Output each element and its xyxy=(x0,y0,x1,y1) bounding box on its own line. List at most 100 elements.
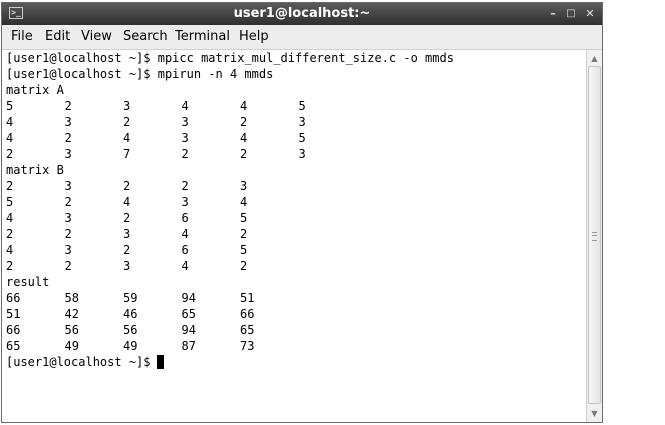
matrix-a-cell: 3 xyxy=(64,147,72,161)
matrix-b-cell: 3 xyxy=(64,243,72,257)
matrix-a-cell: 2 xyxy=(240,147,248,161)
terminal-window: >_ user1@localhost:~ – □ ✕ File Edit Vie… xyxy=(1,2,603,423)
matrix-b-cell: 2 xyxy=(240,259,248,273)
text-cursor xyxy=(156,355,164,369)
result-cell: 65 xyxy=(240,323,255,337)
matrix-b-cell: 6 xyxy=(181,211,189,225)
matrix-b-cell: 2 xyxy=(6,179,14,193)
matrix-b-label: matrix B xyxy=(6,163,64,177)
window-title: user1@localhost:~ xyxy=(233,6,371,21)
matrix-a-cell: 5 xyxy=(6,99,14,113)
terminal-output[interactable]: [user1@localhost ~]$ mpicc matrix_mul_di… xyxy=(2,50,586,420)
matrix-a-cell: 3 xyxy=(181,115,189,129)
result-cell: 49 xyxy=(64,339,79,353)
command: mpicc matrix_mul_different_size.c -o mmd… xyxy=(157,51,454,65)
matrix-a-cell: 5 xyxy=(298,131,306,145)
close-icon: ✕ xyxy=(585,7,595,20)
matrix-b-cell: 2 xyxy=(123,211,131,225)
scroll-up-icon[interactable]: ▲ xyxy=(588,52,601,65)
matrix-b-cell: 4 xyxy=(6,243,14,257)
result-cell: 51 xyxy=(6,307,21,321)
close-button[interactable]: ✕ xyxy=(582,6,598,22)
matrix-a-cell: 4 xyxy=(240,99,248,113)
matrix-b-cell: 2 xyxy=(6,259,14,273)
scroll-down-icon[interactable]: ▼ xyxy=(588,407,601,420)
matrix-a-cell: 3 xyxy=(123,99,131,113)
maximize-icon: □ xyxy=(566,8,576,19)
matrix-b-cell: 3 xyxy=(181,195,189,209)
menu-view[interactable]: View xyxy=(81,29,112,44)
title-bar[interactable]: >_ user1@localhost:~ – □ ✕ xyxy=(2,3,602,25)
matrix-b-cell: 5 xyxy=(6,195,14,209)
matrix-b-cell: 2 xyxy=(123,243,131,257)
grip-icon xyxy=(592,232,597,241)
result-cell: 94 xyxy=(181,323,196,337)
matrix-b-cell: 4 xyxy=(181,259,189,273)
matrix-b-cell: 4 xyxy=(123,195,131,209)
matrix-a-cell: 4 xyxy=(6,115,14,129)
matrix-a-cell: 2 xyxy=(64,99,72,113)
matrix-a-cell: 2 xyxy=(64,131,72,145)
matrix-a-cell: 4 xyxy=(6,131,14,145)
menu-file[interactable]: File xyxy=(11,29,33,44)
matrix-a-cell: 3 xyxy=(298,115,306,129)
command-line[interactable]: [user1@localhost ~]$ xyxy=(6,354,164,370)
command-line: [user1@localhost ~]$ mpirun -n 4 mmds xyxy=(6,66,273,82)
matrix-a-cell: 4 xyxy=(240,131,248,145)
result-cell: 51 xyxy=(240,291,255,305)
matrix-b-cell: 5 xyxy=(240,211,248,225)
matrix-a-cell: 7 xyxy=(123,147,131,161)
maximize-button[interactable]: □ xyxy=(563,6,579,22)
result-cell: 46 xyxy=(123,307,138,321)
result-cell: 56 xyxy=(123,323,138,337)
matrix-b-cell: 2 xyxy=(64,259,72,273)
matrix-b-cell: 4 xyxy=(181,227,189,241)
prompt: [user1@localhost ~]$ xyxy=(6,355,151,369)
matrix-a-cell: 2 xyxy=(240,115,248,129)
vertical-scrollbar[interactable]: ▲ ▼ xyxy=(586,50,602,422)
matrix-b-cell: 4 xyxy=(6,211,14,225)
prompt: [user1@localhost ~]$ xyxy=(6,67,151,81)
matrix-a-cell: 4 xyxy=(123,131,131,145)
menu-help[interactable]: Help xyxy=(239,29,269,44)
matrix-b-cell: 2 xyxy=(240,227,248,241)
matrix-b-cell: 3 xyxy=(123,227,131,241)
matrix-a-cell: 2 xyxy=(181,147,189,161)
menu-terminal[interactable]: Terminal xyxy=(175,29,230,44)
prompt: [user1@localhost ~]$ xyxy=(6,51,151,65)
minimize-button[interactable]: – xyxy=(545,6,561,22)
matrix-b-cell: 4 xyxy=(240,195,248,209)
result-cell: 49 xyxy=(123,339,138,353)
menu-edit[interactable]: Edit xyxy=(45,29,70,44)
matrix-b-cell: 2 xyxy=(123,179,131,193)
menu-search[interactable]: Search xyxy=(123,29,168,44)
matrix-a-cell: 5 xyxy=(298,99,306,113)
result-cell: 66 xyxy=(6,323,21,337)
matrix-a-cell: 2 xyxy=(123,115,131,129)
matrix-a-label: matrix A xyxy=(6,83,64,97)
result-cell: 65 xyxy=(181,307,196,321)
command-line: [user1@localhost ~]$ mpicc matrix_mul_di… xyxy=(6,50,454,66)
result-cell: 59 xyxy=(123,291,138,305)
matrix-b-cell: 3 xyxy=(64,211,72,225)
menu-bar: File Edit View Search Terminal Help xyxy=(2,25,602,50)
matrix-b-cell: 6 xyxy=(181,243,189,257)
matrix-b-cell: 3 xyxy=(123,259,131,273)
result-cell: 73 xyxy=(240,339,255,353)
matrix-b-cell: 3 xyxy=(64,179,72,193)
matrix-b-cell: 2 xyxy=(181,179,189,193)
result-cell: 87 xyxy=(181,339,196,353)
result-cell: 58 xyxy=(64,291,79,305)
result-cell: 56 xyxy=(64,323,79,337)
result-cell: 66 xyxy=(240,307,255,321)
minimize-icon: – xyxy=(550,7,556,20)
matrix-b-cell: 2 xyxy=(6,227,14,241)
matrix-b-cell: 2 xyxy=(64,195,72,209)
scrollbar-thumb[interactable] xyxy=(588,66,601,404)
matrix-a-cell: 3 xyxy=(298,147,306,161)
result-cell: 42 xyxy=(64,307,79,321)
matrix-a-cell: 4 xyxy=(181,99,189,113)
matrix-a-cell: 3 xyxy=(64,115,72,129)
matrix-b-cell: 5 xyxy=(240,243,248,257)
result-cell: 65 xyxy=(6,339,21,353)
